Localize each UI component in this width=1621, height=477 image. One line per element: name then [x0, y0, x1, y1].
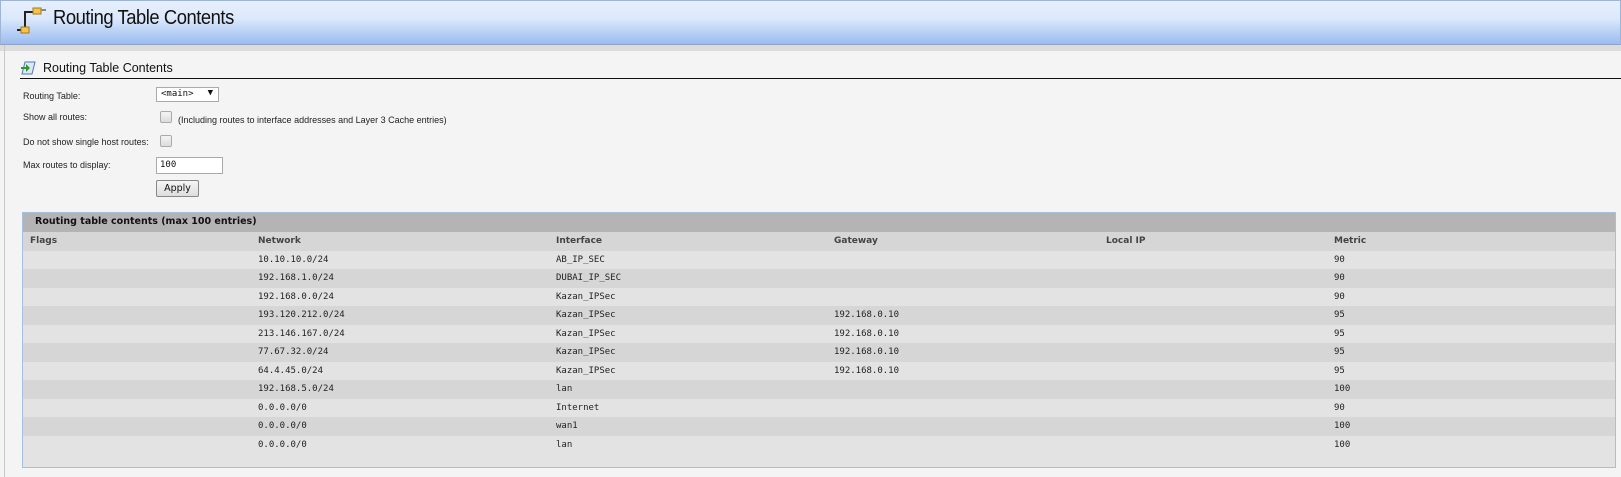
- column-header-local-ip: Local IP: [1106, 236, 1146, 246]
- column-header-interface: Interface: [556, 236, 603, 246]
- cell-network: 192.168.5.0/24: [258, 384, 334, 394]
- cell-interface: lan: [556, 439, 573, 450]
- cell-gateway: 192.168.0.10: [834, 328, 900, 339]
- cell-metric: 100: [1334, 439, 1351, 450]
- cell-interface: lan: [556, 384, 573, 394]
- cell-network: 0.0.0.0/0: [258, 421, 307, 431]
- routing-table-label: Routing Table:: [23, 91, 81, 101]
- cell-interface: DUBAI_IP_SEC: [556, 273, 622, 283]
- chevron-down-icon: ▼: [207, 88, 213, 98]
- cell-metric: 95: [1334, 365, 1345, 376]
- cell-interface: Kazan_IPSec: [556, 310, 616, 320]
- cell-interface: Internet: [556, 402, 600, 413]
- cell-metric: 90: [1334, 254, 1345, 265]
- arrow-page-icon: [21, 61, 36, 75]
- section-title-text: Routing Table Contents: [43, 61, 173, 75]
- cell-network: 0.0.0.0/0: [258, 439, 307, 450]
- cell-interface: Kazan_IPSec: [556, 347, 616, 357]
- cell-metric: 90: [1334, 273, 1345, 283]
- table-row: 192.168.0.0/24 Kazan_IPSec 90: [23, 287, 1615, 306]
- routing-table: Routing table contents (max 100 entries)…: [22, 212, 1616, 468]
- cell-network: 10.10.10.0/24: [258, 254, 329, 265]
- table-row: 192.168.1.0/24 DUBAI_IP_SEC 90: [23, 269, 1615, 288]
- table-row: 193.120.212.0/24 Kazan_IPSec 192.168.0.10 9…: [23, 306, 1615, 325]
- table-caption: Routing table contents (max 100 entries): [23, 213, 1615, 232]
- cell-metric: 95: [1334, 328, 1345, 339]
- routing-table-value: <main>: [161, 89, 194, 99]
- table-row: 192.168.5.0/24 lan 100: [23, 380, 1615, 399]
- cell-metric: 90: [1334, 402, 1345, 413]
- cell-network: 0.0.0.0/0: [258, 402, 307, 413]
- cell-metric: 95: [1334, 347, 1345, 357]
- no-single-host-checkbox[interactable]: [160, 135, 172, 147]
- no-single-host-label: Do not show single host routes:: [23, 137, 149, 147]
- cell-metric: 100: [1334, 384, 1351, 394]
- cell-interface: wan1: [556, 421, 578, 431]
- column-header-flags: Flags: [30, 236, 58, 246]
- table-row: 10.10.10.0/24 AB_IP_SEC 90: [23, 250, 1615, 269]
- cell-metric: 100: [1334, 421, 1351, 431]
- cell-metric: 90: [1334, 291, 1345, 302]
- table-row: 213.146.167.0/24 Kazan_IPSec 192.168.0.10 9…: [23, 324, 1615, 343]
- table-row: 0.0.0.0/0 wan1 100: [23, 417, 1615, 436]
- apply-button[interactable]: Apply: [156, 180, 199, 197]
- table-row: 77.67.32.0/24 Kazan_IPSec 192.168.0.10 95: [23, 343, 1615, 362]
- cell-interface: Kazan_IPSec: [556, 291, 616, 302]
- show-all-routes-checkbox[interactable]: [160, 111, 172, 123]
- max-routes-input[interactable]: 100: [156, 157, 223, 174]
- table-header-row: Flags Network Interface Gateway Local IP…: [23, 232, 1615, 251]
- page-header: Routing Table Contents: [0, 0, 1621, 45]
- routing-icon: [17, 7, 46, 34]
- routing-table-select[interactable]: <main> ▼: [156, 87, 219, 102]
- column-header-gateway: Gateway: [834, 236, 878, 246]
- cell-network: 193.120.212.0/24: [258, 310, 345, 320]
- show-all-routes-note: (Including routes to interface addresses…: [178, 115, 447, 125]
- cell-interface: AB_IP_SEC: [556, 254, 605, 265]
- header-band: [0, 45, 1621, 51]
- cell-interface: Kazan_IPSec: [556, 328, 616, 339]
- table-row: 64.4.45.0/24 Kazan_IPSec 192.168.0.10 95: [23, 361, 1615, 380]
- cell-network: 213.146.167.0/24: [258, 328, 345, 339]
- show-all-routes-label: Show all routes:: [23, 112, 88, 122]
- column-header-network: Network: [258, 236, 301, 246]
- cell-gateway: 192.168.0.10: [834, 310, 900, 320]
- cell-gateway: 192.168.0.10: [834, 365, 900, 376]
- cell-gateway: 192.168.0.10: [834, 347, 900, 357]
- column-header-metric: Metric: [1334, 236, 1367, 246]
- max-routes-label: Max routes to display:: [23, 160, 111, 170]
- cell-network: 77.67.32.0/24: [258, 347, 329, 357]
- page-title: Routing Table Contents: [53, 7, 234, 29]
- cell-metric: 95: [1334, 310, 1345, 320]
- cell-interface: Kazan_IPSec: [556, 365, 616, 376]
- section-title: Routing Table Contents: [20, 60, 1621, 79]
- cell-network: 64.4.45.0/24: [258, 365, 324, 376]
- table-row: 0.0.0.0/0 Internet 90: [23, 398, 1615, 417]
- cell-network: 192.168.1.0/24: [258, 273, 334, 283]
- left-border: [4, 45, 5, 477]
- cell-network: 192.168.0.0/24: [258, 291, 334, 302]
- table-row: 0.0.0.0/0 lan 100: [23, 435, 1615, 454]
